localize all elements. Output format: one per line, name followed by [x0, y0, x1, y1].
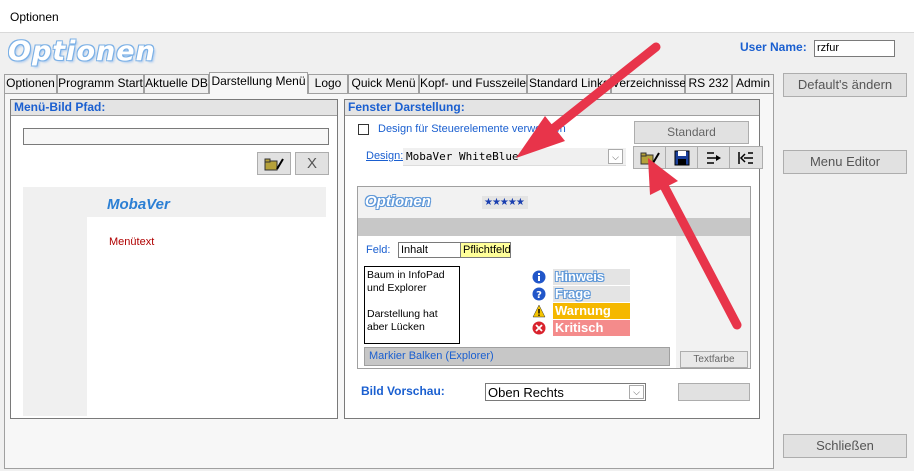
annotation-arrow-design: [516, 42, 661, 158]
annotation-arrow-load-button: [648, 158, 742, 330]
tab-darstellung-menu[interactable]: Darstellung Menü: [209, 72, 308, 94]
annotation-arrows: [516, 42, 742, 330]
